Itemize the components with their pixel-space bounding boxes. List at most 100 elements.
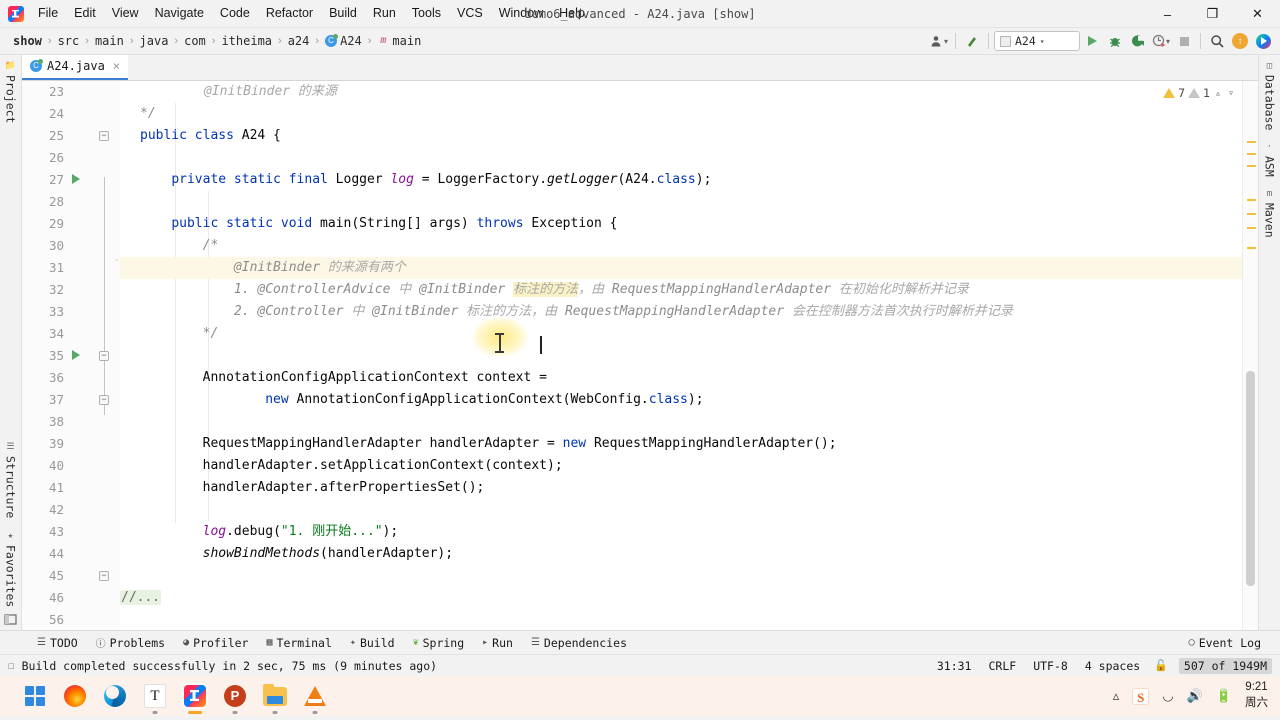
line-number: 39 [48, 436, 64, 451]
code-line-40: handlerAdapter.setApplicationContext(con… [140, 458, 563, 473]
menu-help[interactable]: Help [551, 3, 593, 24]
editor-scrollbar-thumb[interactable] [1246, 371, 1255, 586]
next-problem-icon[interactable]: ▿ [1226, 88, 1236, 99]
taskbar-powerpoint[interactable]: P [222, 683, 248, 714]
sidebar-item-favorites[interactable]: ★ Favorites [0, 525, 21, 613]
tool-window-problems[interactable]: ⓘ Problems [87, 633, 174, 652]
inspection-marker[interactable] [1247, 153, 1256, 155]
tool-window-profiler[interactable]: ◕ Profiler [174, 634, 257, 652]
menu-tools[interactable]: Tools [404, 3, 449, 24]
breadcrumb-item-src[interactable]: src [55, 33, 83, 49]
sidebar-item-maven[interactable]: m Maven [1259, 183, 1280, 244]
menu-file[interactable]: File [30, 3, 66, 24]
tool-window-build[interactable]: ✦ Build [341, 634, 404, 652]
menu-window[interactable]: Window [491, 3, 551, 24]
taskbar-vlc[interactable] [302, 683, 328, 714]
close-button[interactable]: ✕ [1235, 0, 1280, 28]
taskbar-intellij-idea[interactable] [182, 683, 208, 714]
vcs-update-icon[interactable] [961, 30, 983, 52]
inspection-gutter[interactable]: 7 1 ▵ ▿ [1163, 81, 1258, 630]
indent-setting[interactable]: 4 spaces [1082, 658, 1143, 674]
taskbar-typora[interactable]: T [142, 683, 168, 714]
wifi-icon[interactable]: ◡ [1162, 688, 1173, 704]
inspection-marker[interactable] [1247, 165, 1256, 167]
inspection-marker[interactable] [1247, 199, 1256, 201]
sidebar-item-database[interactable]: ◫ Database [1259, 55, 1280, 136]
caret-position[interactable]: 31:31 [934, 658, 975, 674]
lock-icon[interactable]: 🔓 [1154, 659, 1168, 672]
running-indicator [232, 711, 238, 714]
tool-window-run[interactable]: ▸ Run [473, 634, 522, 652]
tool-window-terminal[interactable]: ▦ Terminal [257, 634, 340, 652]
run-configuration-selector[interactable]: A24 ▾ [994, 31, 1080, 51]
menu-vcs[interactable]: VCS [449, 3, 491, 24]
close-icon[interactable]: × [113, 59, 120, 73]
volume-icon[interactable]: 🔊 [1187, 688, 1203, 704]
menu-run[interactable]: Run [365, 3, 404, 24]
user-settings-icon[interactable]: ▾ [928, 30, 950, 52]
breadcrumb-item-show[interactable]: show [10, 33, 45, 49]
breadcrumb-item-itheima[interactable]: itheima [218, 33, 275, 49]
menu-navigate[interactable]: Navigate [147, 3, 212, 24]
sidebar-item-structure[interactable]: ☰ Structure [0, 436, 21, 524]
tool-window-spring[interactable]: ❦ Spring [404, 634, 474, 652]
breadcrumb-item-a24[interactable]: a24 [285, 33, 313, 49]
menu-build[interactable]: Build [321, 3, 365, 24]
taskbar-file-explorer[interactable] [262, 683, 288, 714]
search-everywhere-icon[interactable] [1206, 30, 1228, 52]
title-bar: File Edit View Navigate Code Refactor Bu… [0, 0, 1280, 28]
intellij-idea-window: File Edit View Navigate Code Refactor Bu… [0, 0, 1280, 720]
layout-toggle[interactable] [0, 613, 21, 630]
run-icon[interactable] [1081, 30, 1103, 52]
sogou-input-icon[interactable]: S [1132, 687, 1150, 705]
breadcrumb: show › src › main › java › com › itheima… [0, 33, 424, 49]
run-config-label: A24 [1015, 34, 1036, 48]
breadcrumb-item-java[interactable]: java [137, 33, 172, 49]
asm-icon: · [1266, 142, 1273, 153]
previous-problem-icon[interactable]: ▵ [1213, 88, 1223, 99]
minimize-button[interactable]: – [1145, 0, 1190, 28]
tray-expand-chevron-icon[interactable]: ▵ [1113, 688, 1120, 704]
taskbar-edge[interactable] [102, 683, 128, 709]
line-number: 56 [48, 612, 64, 627]
menu-code[interactable]: Code [212, 3, 258, 24]
tool-window-todo[interactable]: ☰ TODO [28, 634, 87, 652]
inspection-marker[interactable] [1247, 213, 1256, 215]
tool-window-dependencies[interactable]: ☰ Dependencies [522, 634, 636, 652]
intention-bulb-icon[interactable] [117, 260, 131, 276]
menu-refactor[interactable]: Refactor [258, 3, 321, 24]
breadcrumb-item-com[interactable]: com [181, 33, 209, 49]
menu-edit[interactable]: Edit [66, 3, 104, 24]
editor[interactable]: 23 24 − 25 26 27 28 29 − 30 − 31 32 33 3… [22, 81, 1258, 630]
clock[interactable]: 9:21 周六 [1245, 680, 1268, 711]
file-encoding[interactable]: UTF-8 [1030, 658, 1071, 674]
profile-icon[interactable]: ▾ [1150, 30, 1172, 52]
menu-view[interactable]: View [104, 3, 147, 24]
stop-icon[interactable] [1173, 30, 1195, 52]
inspection-marker[interactable] [1247, 227, 1256, 229]
taskbar-firefox[interactable] [62, 683, 88, 709]
sidebar-item-asm[interactable]: · ASM [1259, 136, 1280, 183]
inspection-marker[interactable] [1247, 141, 1256, 143]
breadcrumb-item-method-main[interactable]: m main [374, 33, 424, 49]
sidebar-item-project[interactable]: 📁 Project [0, 55, 21, 129]
breadcrumb-separator: › [211, 35, 216, 47]
status-message-area[interactable]: ☐ Build completed successfully in 2 sec,… [0, 659, 437, 673]
code-content[interactable]: @InitBinder 的来源 */ public class A24 { pr… [120, 81, 1242, 630]
debug-icon[interactable] [1104, 30, 1126, 52]
line-separator[interactable]: CRLF [985, 658, 1019, 674]
idea-assistant-icon[interactable] [1252, 30, 1274, 52]
tab-a24-java[interactable]: C A24.java × [22, 54, 129, 80]
update-available-icon[interactable]: ↑ [1229, 30, 1251, 52]
start-button[interactable] [22, 683, 48, 709]
tool-window-event-log[interactable]: ◯ Event Log [1180, 634, 1270, 652]
run-with-coverage-icon[interactable] [1127, 30, 1149, 52]
memory-indicator[interactable]: 507 of 1949M [1178, 657, 1272, 674]
breadcrumb-item-class-a24[interactable]: C A24 [322, 33, 365, 49]
editor-gutter[interactable]: 23 24 − 25 26 27 28 29 − 30 − 31 32 33 3… [22, 81, 120, 630]
inspection-summary[interactable]: 7 1 ▵ ▿ [1163, 81, 1236, 105]
maximize-button[interactable]: ❐ [1190, 0, 1235, 28]
breadcrumb-item-main[interactable]: main [92, 33, 127, 49]
inspection-marker[interactable] [1247, 247, 1256, 249]
battery-icon[interactable]: 🔋 [1216, 688, 1232, 704]
